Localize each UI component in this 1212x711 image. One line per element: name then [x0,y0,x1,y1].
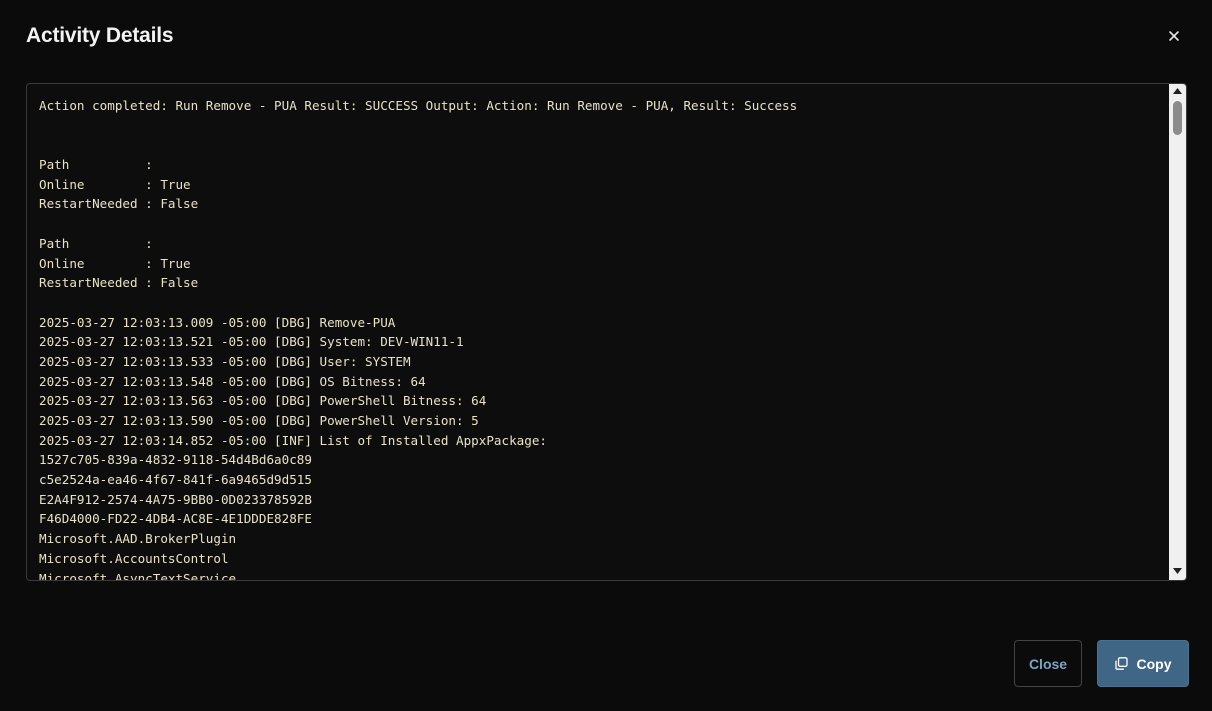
scrollbar-thumb[interactable] [1173,101,1182,135]
log-line: RestartNeeded : False [39,196,199,212]
log-line: Microsoft.AccountsControl [39,550,229,566]
log-line: F46D4000-FD22-4DB4-AC8E-4E1DDDE828FE [39,511,312,527]
close-icon[interactable] [1163,25,1185,47]
log-line: Path : [39,157,153,173]
log-output-panel[interactable]: Action completed: Run Remove - PUA Resul… [26,83,1187,581]
log-line: Online : True [39,176,191,192]
log-line: 2025-03-27 12:03:13.533 -05:00 [DBG] Use… [39,353,411,369]
scroll-up-arrow-icon[interactable] [1169,85,1186,99]
log-scrollbar[interactable] [1169,84,1186,580]
log-line: c5e2524a-ea46-4f67-841f-6a9465d9d515 [39,472,312,488]
dialog-title: Activity Details [26,24,174,47]
log-line: 2025-03-27 12:03:13.521 -05:00 [DBG] Sys… [39,334,464,350]
log-line: Microsoft.AAD.BrokerPlugin [39,531,237,547]
log-line: Microsoft.AsyncTextService [39,570,237,581]
copy-button-label: Copy [1136,655,1172,672]
close-button-label: Close [1028,655,1068,672]
copy-icon [1114,657,1128,670]
log-line: Online : True [39,255,191,271]
log-line: 2025-03-27 12:03:13.009 -05:00 [DBG] Rem… [39,314,396,330]
log-line: 2025-03-27 12:03:13.563 -05:00 [DBG] Pow… [39,393,487,409]
log-line: E2A4F912-2574-4A75-9BB0-0D023378592B [39,491,312,507]
activity-details-dialog: Activity Details Action completed: Run R… [0,0,1212,711]
log-line: Action completed: Run Remove - PUA Resul… [39,98,798,113]
log-line: RestartNeeded : False [39,275,199,291]
log-line: Path : [39,235,153,251]
log-line: 1527c705-839a-4832-9118-54d4Bd6a0c89 [39,452,312,468]
log-line: 2025-03-27 12:03:14.852 -05:00 [INF] Lis… [39,432,547,448]
close-button[interactable]: Close [1014,640,1082,687]
copy-button[interactable]: Copy [1097,640,1189,687]
log-output-text: Action completed: Run Remove - PUA Resul… [39,96,1166,580]
scroll-down-arrow-icon[interactable] [1169,565,1186,579]
log-line: 2025-03-27 12:03:13.590 -05:00 [DBG] Pow… [39,413,479,428]
log-line: 2025-03-27 12:03:13.548 -05:00 [DBG] OS … [39,373,426,389]
